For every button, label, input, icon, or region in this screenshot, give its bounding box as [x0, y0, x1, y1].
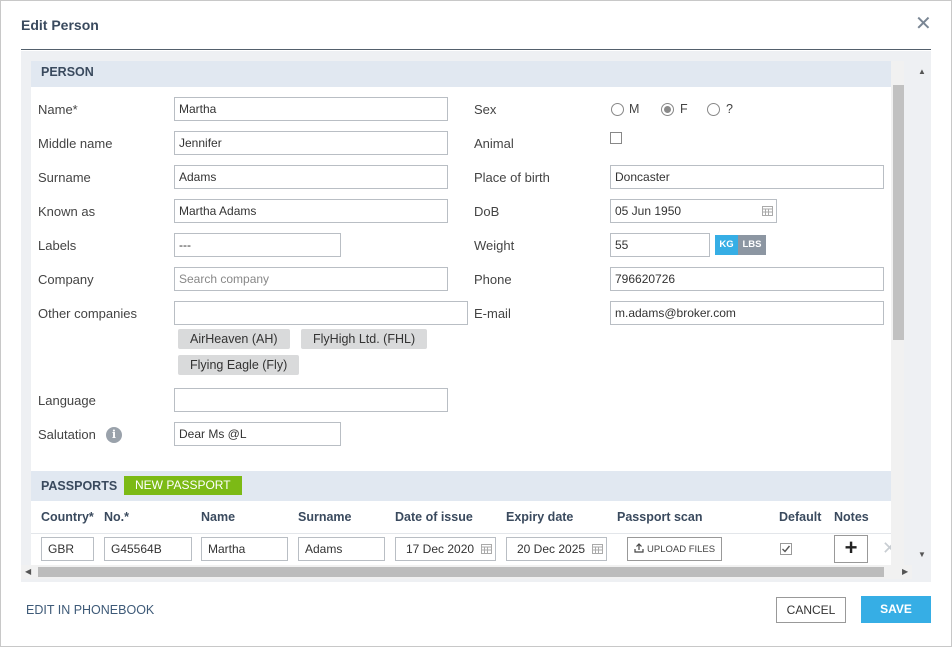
column-header: Passport scan [617, 510, 703, 524]
person-section-header: PERSON [31, 61, 904, 87]
place-of-birth-input[interactable]: Doncaster [610, 165, 884, 189]
animal-checkbox[interactable] [610, 132, 622, 144]
column-header: Name [201, 510, 236, 524]
phone-input[interactable]: 796620726 [610, 267, 884, 291]
salutation-label: Salutation [38, 427, 96, 442]
name-label: Name* [38, 102, 78, 117]
place-of-birth-label: Place of birth [474, 170, 550, 185]
form-content: PERSON Name* Martha Middle name Jennifer… [31, 61, 904, 566]
sex-radio-m[interactable] [611, 103, 624, 116]
dob-label: DoB [474, 204, 500, 219]
known-as-input[interactable]: Martha Adams [174, 199, 448, 223]
surname-input[interactable]: Adams [174, 165, 448, 189]
email-label: E-mail [474, 306, 511, 321]
passport-surname-input[interactable]: Adams [298, 537, 385, 561]
upload-files-button[interactable]: UPLOAD FILES [627, 537, 723, 561]
column-header: No.* [104, 510, 129, 524]
scroll-left-icon[interactable]: ◀ [25, 568, 31, 576]
company-label: Company [38, 272, 94, 287]
info-icon[interactable]: i [106, 427, 122, 443]
column-header: Notes [834, 510, 869, 524]
passport-number-input[interactable]: G45564B [104, 537, 192, 561]
unit-lbs-button[interactable]: LBS [738, 235, 766, 255]
company-tag[interactable]: FlyHigh Ltd. (FHL) [301, 329, 428, 349]
sex-option-label: ? [726, 102, 733, 116]
weight-input[interactable]: 55 [610, 233, 710, 257]
sex-label: Sex [474, 102, 497, 117]
close-icon[interactable]: ✕ [915, 14, 932, 34]
name-input[interactable]: Martha [174, 97, 448, 121]
save-button[interactable]: SAVE [861, 596, 931, 623]
column-header: Surname [298, 510, 352, 524]
sex-option-label: F [680, 102, 688, 116]
sex-option-label: M [629, 102, 640, 116]
other-companies-input[interactable] [174, 301, 468, 325]
edit-in-phonebook-link[interactable]: EDIT IN PHONEBOOK [26, 603, 154, 617]
known-as-label: Known as [38, 204, 96, 219]
column-header: Date of issue [395, 510, 473, 524]
passport-name-input[interactable]: Martha [201, 537, 288, 561]
vertical-scroll-thumb[interactable] [893, 85, 904, 340]
check-icon [782, 545, 791, 553]
add-note-button[interactable]: + [834, 535, 868, 563]
animal-label: Animal [474, 136, 514, 151]
horizontal-scroll-thumb[interactable] [38, 567, 884, 577]
language-select[interactable] [174, 388, 448, 412]
weight-label: Weight [474, 238, 515, 253]
labels-label: Labels [38, 238, 77, 253]
company-tag[interactable]: Flying Eagle (Fly) [178, 355, 300, 375]
upload-icon [634, 543, 644, 556]
person-section-title: PERSON [41, 65, 94, 79]
passports-section-title: PASSPORTS [41, 479, 118, 493]
column-header: Default [779, 510, 822, 524]
language-label: Language [38, 393, 96, 408]
calendar-icon[interactable] [481, 544, 492, 554]
scroll-down-icon[interactable]: ▼ [918, 551, 926, 559]
sex-radio-unknown[interactable] [707, 103, 720, 116]
new-passport-button[interactable]: NEW PASSPORT [124, 476, 242, 495]
middle-name-label: Middle name [38, 136, 113, 151]
company-search-input[interactable]: Search company [174, 267, 448, 291]
middle-name-input[interactable]: Jennifer [174, 131, 448, 155]
passport-country-input[interactable]: GBR [41, 537, 94, 561]
title-divider [21, 49, 931, 50]
unit-kg-button[interactable]: KG [715, 235, 738, 255]
calendar-icon[interactable] [592, 544, 603, 554]
column-header: Expiry date [506, 510, 574, 524]
scroll-up-icon[interactable]: ▲ [918, 68, 926, 76]
default-checkbox[interactable] [780, 543, 792, 555]
phone-label: Phone [474, 272, 512, 287]
upload-files-label: UPLOAD FILES [647, 544, 716, 556]
column-header: Country* [41, 510, 94, 524]
dialog-title: Edit Person [21, 17, 99, 33]
calendar-icon[interactable] [762, 206, 773, 216]
labels-select[interactable]: --- [174, 233, 341, 257]
company-tag[interactable]: AirHeaven (AH) [178, 329, 290, 349]
table-header-divider [31, 533, 904, 534]
dob-input[interactable]: 05 Jun 1950 [610, 199, 777, 223]
email-input[interactable]: m.adams@broker.com [610, 301, 884, 325]
other-companies-label: Other companies [38, 306, 137, 321]
cancel-button[interactable]: CANCEL [776, 597, 846, 623]
surname-label: Surname [38, 170, 91, 185]
sex-radio-f[interactable] [661, 103, 674, 116]
form-scroll-area: PERSON Name* Martha Middle name Jennifer… [21, 51, 931, 582]
scroll-right-icon[interactable]: ▶ [902, 568, 908, 576]
salutation-input[interactable]: Dear Ms @L [174, 422, 341, 446]
